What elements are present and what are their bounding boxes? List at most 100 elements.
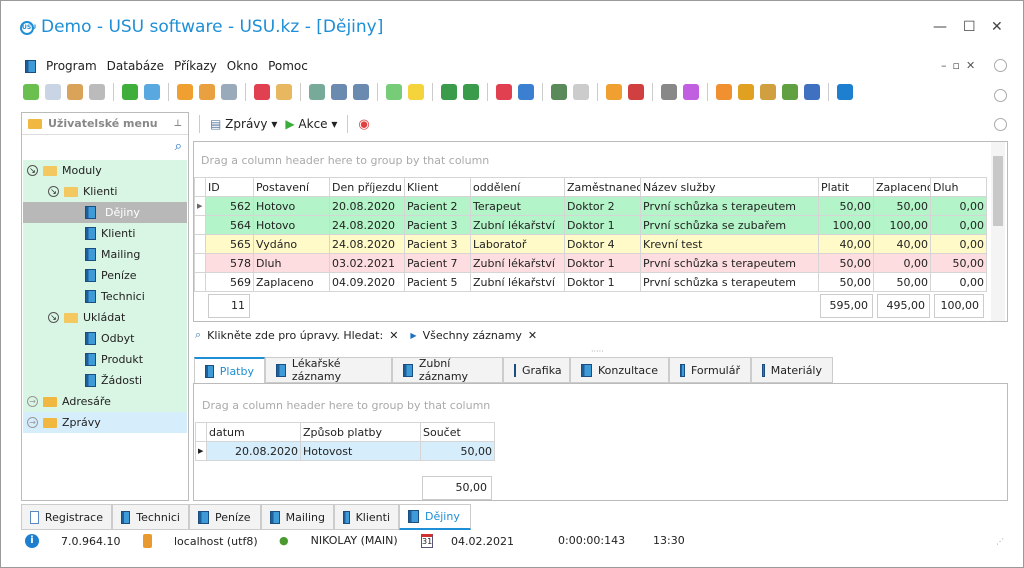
column-header[interactable]: Způsob platby [300,422,421,442]
table-row[interactable]: 564 Hotovo 24.08.2020 Pacient 3 Zubní lékařs… [194,215,987,235]
reports-button[interactable]: ▤ Zprávy ▾ [210,117,277,131]
tree-item-5[interactable]: Peníze [23,265,187,286]
tools-icon[interactable] [804,84,820,100]
gear-icon[interactable] [661,84,677,100]
mdi-controls[interactable]: –▫✕ [941,59,981,72]
tree-item-1[interactable]: ↘ Klienti [23,181,187,202]
new-window-icon[interactable] [496,84,512,100]
column-header[interactable]: Den příjezdu [329,177,405,197]
filter-clear-icon[interactable] [199,84,215,100]
menu-commands[interactable]: Příkazy [174,59,217,73]
tree-item-9[interactable]: Produkt [23,349,187,370]
table-row[interactable]: 565 Vydáno 24.08.2020 Pacient 3 Laboratoř Dok… [194,234,987,254]
column-header[interactable]: Název služby [640,177,819,197]
tree-item-3[interactable]: Klienti [23,223,187,244]
column-header[interactable]: Dluh [930,177,987,197]
copy-icon[interactable] [45,84,61,100]
expand-icon[interactable] [331,84,347,100]
clear-search-icon[interactable]: ✕ [389,329,398,342]
column-header[interactable]: Klient [404,177,471,197]
menu-help[interactable]: Pomoc [268,59,308,73]
column-header[interactable]: Platit [818,177,874,197]
tab-3[interactable]: Grafika [503,357,570,383]
column-header[interactable]: ID [205,177,254,197]
window-tab-1[interactable]: Technici [112,504,189,530]
tree-item-12[interactable]: → Zprávy [23,412,187,433]
splitter[interactable]: ····· [591,347,604,356]
collapse-icon[interactable]: ↘ [48,312,59,323]
collapse-icon[interactable] [353,84,369,100]
image-icon[interactable] [276,84,292,100]
tab-5[interactable]: Formulář [669,357,751,383]
edit-icon[interactable] [67,84,83,100]
window-tab-4[interactable]: Klienti [334,504,399,530]
filter-icon[interactable] [177,84,193,100]
tree-item-2[interactable]: Dějiny [23,202,187,223]
expand-icon[interactable]: → [27,396,38,407]
calendar-icon[interactable] [628,84,644,100]
window-tab-5[interactable]: Dějiny [399,504,471,530]
clear-filter-icon[interactable]: ✕ [528,329,537,342]
collapse-icon[interactable]: ↘ [27,165,38,176]
search-icon[interactable] [144,84,160,100]
column-header[interactable]: Zaměstnanec [564,177,641,197]
menu-window[interactable]: Okno [227,59,258,73]
tree-item-4[interactable]: Mailing [23,244,187,265]
tree-item-11[interactable]: → Adresáře [23,391,187,412]
stop-icon[interactable]: ◉ [358,117,369,132]
add-icon[interactable] [23,84,39,100]
table-row[interactable]: 578 Dluh 03.02.2021 Pacient 7 Zubní lékařstv… [194,253,987,273]
tab-0[interactable]: Platby [194,357,265,383]
close-button[interactable]: ✕ [991,19,1003,35]
tab-6[interactable]: Materiály [751,357,833,383]
info-icon[interactable] [837,84,853,100]
expand-icon[interactable]: → [27,417,38,428]
filter-settings-icon[interactable] [221,84,237,100]
window-tab-3[interactable]: Mailing [261,504,334,530]
search-icon[interactable]: ⌕ [175,139,182,154]
tree-item-8[interactable]: Odbyt [23,328,187,349]
window-tab-0[interactable]: Registrace [21,504,112,530]
panel-arrow-icon[interactable] [994,118,1007,131]
column-header[interactable]: datum [206,422,301,442]
delete-icon[interactable] [89,84,105,100]
columns-icon[interactable] [309,84,325,100]
user-key-icon[interactable] [760,84,776,100]
excel-import-icon[interactable] [463,84,479,100]
column-header[interactable]: oddělení [470,177,565,197]
note-icon[interactable] [408,84,424,100]
all-records-filter[interactable]: Všechny záznamy [423,329,522,342]
rss-icon[interactable] [716,84,732,100]
menu-database[interactable]: Databáze [107,59,164,73]
window-icon[interactable] [518,84,534,100]
maximize-button[interactable]: ☐ [963,19,976,35]
tree-item-0[interactable]: ↘ Moduly [23,160,187,181]
edit-filter-link[interactable]: Klikněte zde pro úpravy. Hledat: [207,329,383,342]
location-icon[interactable] [606,84,622,100]
menu-program[interactable]: Program [46,59,97,73]
tab-2[interactable]: Zubní záznamy [392,357,503,383]
table-row[interactable]: ▶ 562 Hotovo 20.08.2020 Pacient 2 Terapeut Dok… [194,196,987,216]
refresh-icon[interactable] [122,84,138,100]
tab-4[interactable]: Konzultace [570,357,669,383]
color-icon[interactable] [683,84,699,100]
tree-item-6[interactable]: Technici [23,286,187,307]
tree-item-7[interactable]: ↘ Ukládat [23,307,187,328]
scrollbar[interactable] [991,142,1005,321]
resize-grip[interactable]: ⋰ [996,537,1004,546]
add-column-icon[interactable] [386,84,402,100]
payment-row[interactable]: ▶ 20.08.2020 Hotovost 50,00 [195,441,495,461]
exit-icon[interactable] [551,84,567,100]
toolbar-arrow-icon[interactable] [994,89,1007,102]
mdi-arrow-icon[interactable] [994,59,1007,72]
column-header[interactable]: Zaplaceno [873,177,931,197]
excel-export-icon[interactable] [441,84,457,100]
tab-1[interactable]: Lékařské záznamy [265,357,392,383]
collapse-icon[interactable]: ↘ [48,186,59,197]
pin-icon[interactable]: ⊥ [174,119,182,129]
table-row[interactable]: 569 Zaplaceno 04.09.2020 Pacient 5 Zubní lék… [194,272,987,292]
arrow-icon[interactable] [573,84,589,100]
minimize-button[interactable]: — [933,19,947,35]
lock-icon[interactable] [738,84,754,100]
window-tab-2[interactable]: Peníze [189,504,261,530]
